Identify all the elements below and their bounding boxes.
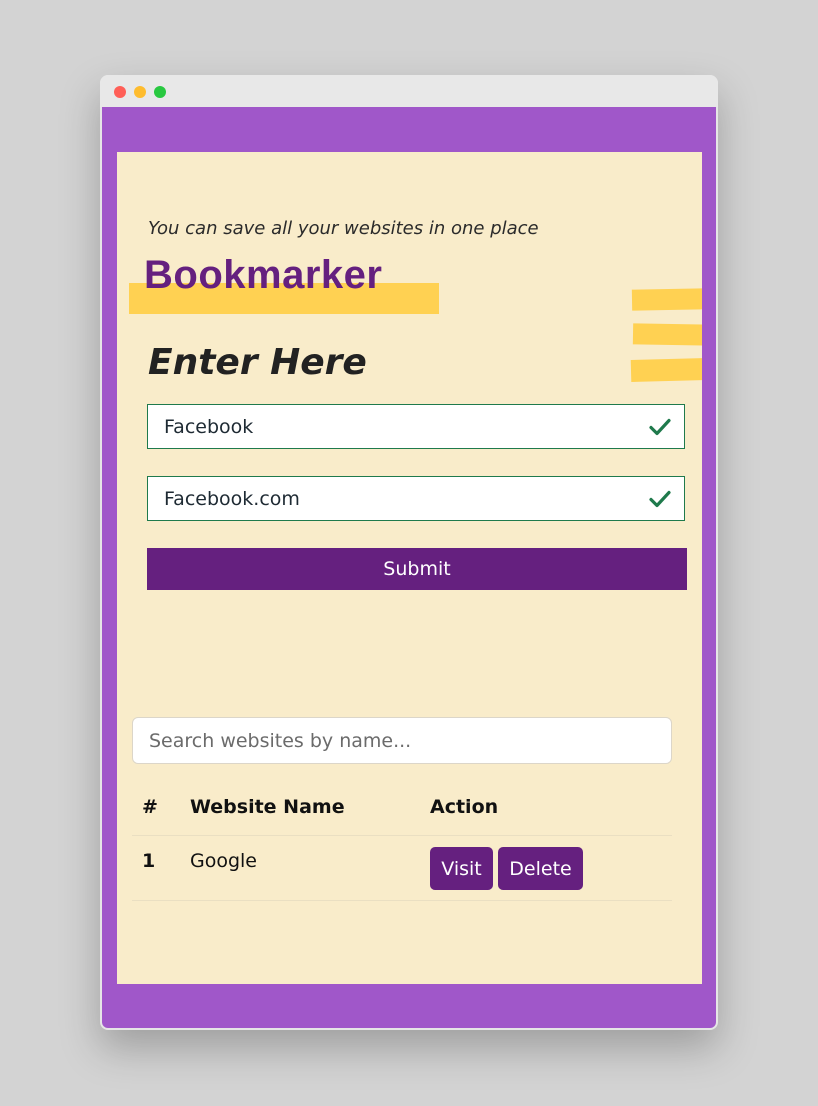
search-box (132, 717, 672, 764)
site-name-input[interactable] (148, 405, 644, 448)
row-index: 1 (142, 850, 156, 872)
search-input[interactable] (133, 718, 671, 763)
bookmarks-table: # Website Name Action 1 Google Visit Del… (132, 784, 672, 901)
app-content: You can save all your websites in one pl… (117, 152, 702, 984)
form-heading: Enter Here (148, 342, 367, 383)
visit-button[interactable]: Visit (430, 847, 493, 890)
decorative-stroke (630, 358, 702, 382)
window-titlebar (100, 75, 718, 107)
site-name-field (147, 404, 685, 449)
maximize-window-button[interactable] (154, 86, 166, 98)
check-icon (649, 490, 671, 508)
app-frame: You can save all your websites in one pl… (102, 107, 716, 1028)
browser-window: You can save all your websites in one pl… (100, 75, 718, 1030)
check-icon (649, 418, 671, 436)
table-row: 1 Google Visit Delete (132, 836, 672, 901)
brand-title: Bookmarker (144, 253, 383, 297)
column-header-index: # (142, 796, 158, 818)
column-header-name: Website Name (190, 796, 345, 818)
row-website-name: Google (190, 850, 258, 872)
close-window-button[interactable] (114, 86, 126, 98)
minimize-window-button[interactable] (134, 86, 146, 98)
decorative-stroke (632, 323, 702, 346)
delete-button[interactable]: Delete (498, 847, 583, 890)
table-header: # Website Name Action (132, 784, 672, 836)
site-url-field (147, 476, 685, 521)
submit-button[interactable]: Submit (147, 548, 687, 590)
tagline: You can save all your websites in one pl… (148, 218, 539, 239)
decorative-stroke (631, 288, 702, 311)
column-header-action: Action (430, 796, 499, 818)
site-url-input[interactable] (148, 477, 644, 520)
